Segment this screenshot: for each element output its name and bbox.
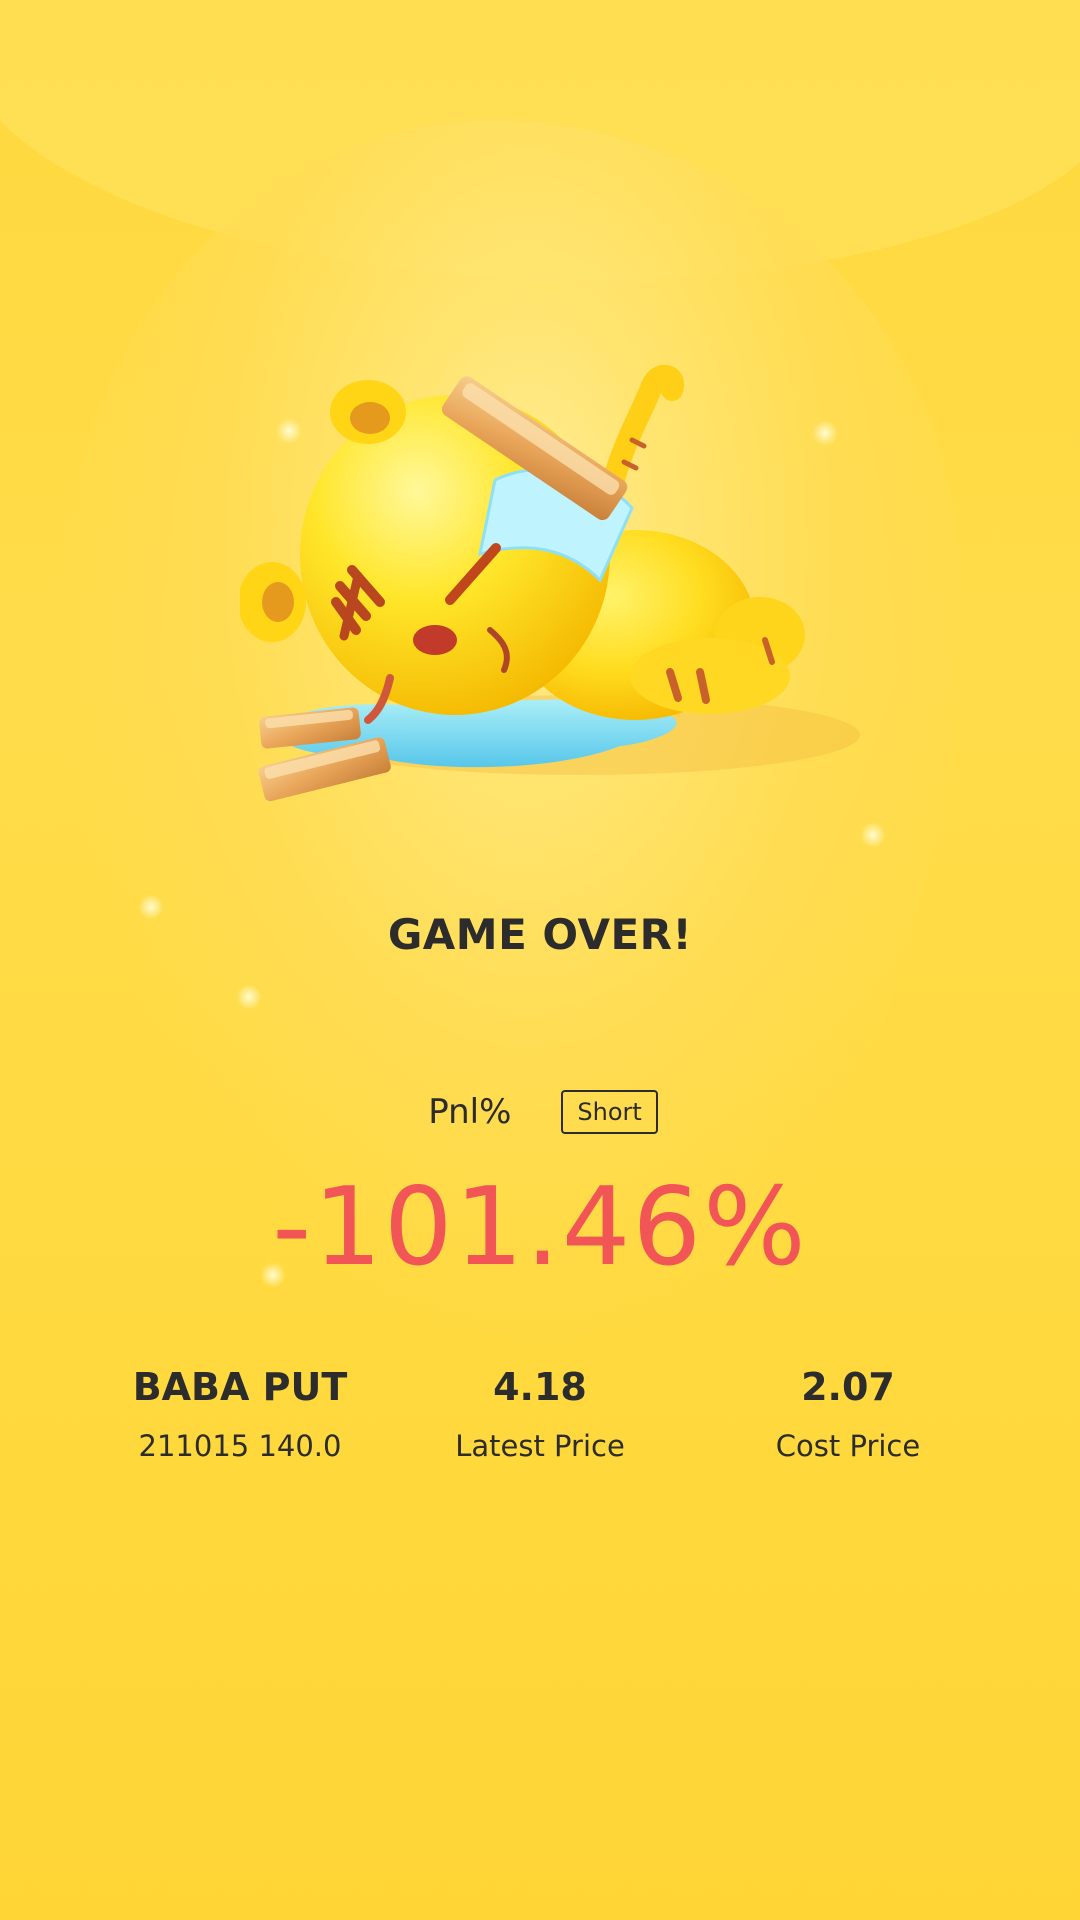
contract-detail: 211015 140.0 [138,1429,342,1463]
fallen-tiger-mascot-icon [240,365,860,802]
game-over-title: GAME OVER! [387,910,693,959]
cost-price-label: Cost Price [775,1429,921,1463]
contract-stat: BABA PUT 211015 140.0 [90,1362,390,1466]
latest-price-stat: 4.18 Latest Price [390,1362,690,1466]
position-stats: BABA PUT 211015 140.0 4.18 Latest Price … [0,1362,1080,1482]
cost-price-value: 2.07 [801,1365,895,1409]
position-direction-badge: Short [561,1090,658,1134]
latest-price-label: Latest Price [455,1429,625,1463]
pnl-header-row: Pnl% Short [0,1086,1080,1138]
contract-name: BABA PUT [132,1365,348,1409]
latest-price-value: 4.18 [493,1365,587,1409]
pnl-label: Pnl% [428,1092,512,1132]
pnl-percentage-value: -101.46% [272,1165,808,1290]
sparkle-decoration [236,984,262,1010]
cost-price-stat: 2.07 Cost Price [698,1362,998,1466]
